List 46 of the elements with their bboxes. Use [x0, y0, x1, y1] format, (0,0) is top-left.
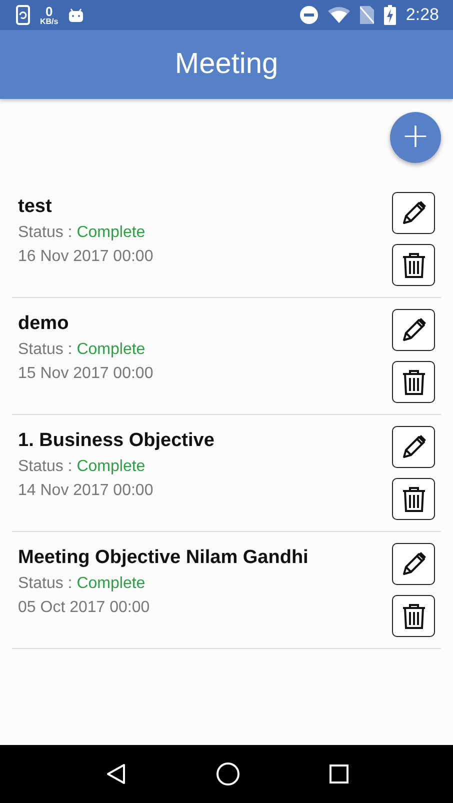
- meeting-date: 14 Nov 2017 00:00: [18, 481, 154, 501]
- status-label: Status :: [18, 458, 72, 475]
- meeting-date: 16 Nov 2017 00:00: [18, 247, 154, 267]
- network-speed-value: 0: [46, 4, 53, 18]
- status-value: Complete: [76, 458, 146, 475]
- trash-icon: [402, 251, 426, 279]
- meeting-date: 15 Nov 2017 00:00: [18, 364, 154, 384]
- network-speed-unit: KB/s: [40, 18, 58, 26]
- trash-icon: [402, 368, 426, 396]
- no-sim-icon: [360, 6, 374, 24]
- battery-charging-icon: [384, 5, 396, 25]
- wifi-icon: [328, 7, 350, 23]
- back-icon[interactable]: [104, 763, 126, 785]
- delete-button[interactable]: [392, 244, 435, 286]
- status-label: Status :: [18, 224, 72, 241]
- delete-button[interactable]: [392, 478, 435, 520]
- meeting-title: 1. Business Objective: [18, 430, 216, 452]
- status-value: Complete: [76, 575, 146, 592]
- meeting-title: demo: [18, 313, 70, 335]
- meeting-title: Meeting Objective Nilam Gandhi: [18, 547, 310, 569]
- trash-icon: [402, 485, 426, 513]
- delete-button[interactable]: [392, 595, 435, 637]
- edit-button[interactable]: [392, 543, 435, 585]
- add-button[interactable]: +: [390, 112, 441, 163]
- edit-button[interactable]: [392, 426, 435, 468]
- home-icon[interactable]: [216, 762, 240, 786]
- pencil-icon: [400, 200, 426, 226]
- android-icon: [68, 7, 84, 23]
- status-label: Status :: [18, 575, 72, 592]
- recents-icon[interactable]: [328, 764, 348, 784]
- meeting-title: test: [18, 196, 53, 218]
- trash-icon: [402, 602, 426, 630]
- pencil-icon: [400, 434, 426, 460]
- do-not-disturb-icon: [300, 6, 318, 24]
- clock-time: 2:28: [406, 5, 439, 25]
- edit-button[interactable]: [392, 309, 435, 351]
- status-value: Complete: [76, 224, 146, 241]
- meeting-date: 05 Oct 2017 00:00: [18, 598, 151, 618]
- pencil-icon: [400, 551, 426, 577]
- pencil-icon: [400, 317, 426, 343]
- delete-button[interactable]: [392, 361, 435, 403]
- screen-title: Meeting: [174, 48, 278, 81]
- edit-button[interactable]: [392, 192, 435, 234]
- phone-sync-icon: [16, 5, 30, 25]
- status-label: Status :: [18, 341, 72, 358]
- status-value: Complete: [76, 341, 146, 358]
